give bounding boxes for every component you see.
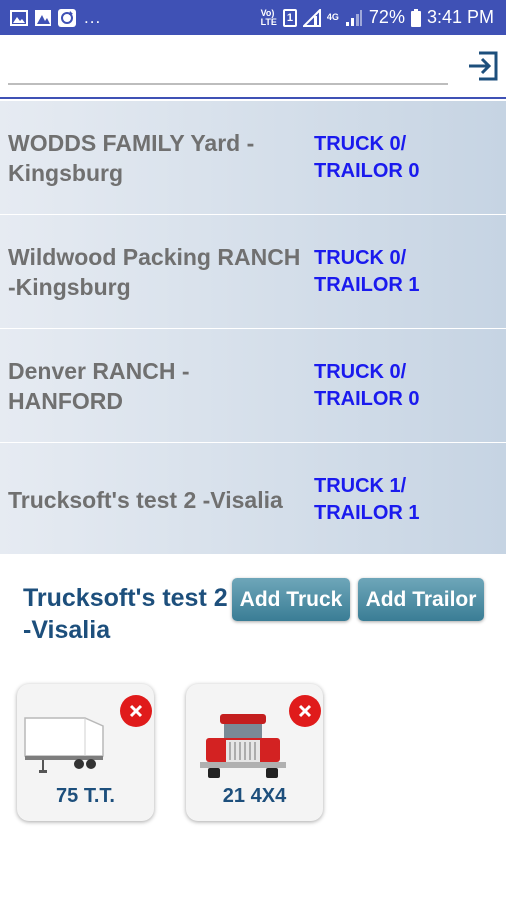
status-bar-right: Vo) LTE 1 4G 72% 3:41 PM bbox=[261, 7, 494, 28]
yard-name: Denver RANCH - HANFORD bbox=[8, 357, 190, 414]
trailor-count: TRAILOR 1 bbox=[314, 273, 420, 296]
yard-row[interactable]: Denver RANCH - HANFORD TRUCK 0/ TRAILOR … bbox=[0, 329, 506, 443]
truck-count: TRUCK 0/ bbox=[314, 132, 407, 155]
vehicle-card[interactable]: 75 T.T. bbox=[17, 684, 154, 821]
status-bar-left: ... bbox=[10, 8, 101, 28]
trailor-count: TRAILOR 0 bbox=[314, 387, 420, 410]
close-icon bbox=[298, 704, 312, 718]
logout-icon bbox=[469, 51, 498, 81]
add-trailor-button[interactable]: Add Trailor bbox=[358, 578, 484, 621]
vehicle-label: 75 T.T. bbox=[56, 785, 115, 807]
signal-bars-icon bbox=[345, 9, 362, 26]
truck-count: TRUCK 1/ bbox=[314, 475, 407, 497]
yard-name: Trucksoft's test 2 -Visalia bbox=[8, 487, 283, 513]
yard-name: Wildwood Packing RANCH -Kingsburg bbox=[8, 243, 301, 300]
volte-icon: Vo) LTE bbox=[260, 8, 277, 27]
yard-list: WODDS FAMILY Yard - Kingsburg TRUCK 0/ T… bbox=[0, 101, 506, 554]
volte-bottom-label: LTE bbox=[260, 16, 277, 27]
yard-row[interactable]: Trucksoft's test 2 -Visalia TRUCK 1/ TRA… bbox=[0, 443, 506, 557]
network-4g-icon: 4G bbox=[326, 12, 339, 22]
sim-label: 1 bbox=[286, 11, 293, 24]
truck-count: TRUCK 0/ bbox=[314, 246, 407, 269]
battery-icon bbox=[410, 8, 421, 27]
yard-counts: TRUCK 0/ TRAILOR 1 bbox=[306, 245, 420, 299]
close-icon bbox=[129, 704, 143, 718]
remove-vehicle-button[interactable] bbox=[289, 695, 321, 727]
status-bar: ... Vo) LTE 1 4G 72% 3:41 PM bbox=[0, 0, 506, 35]
sync-icon bbox=[58, 8, 76, 27]
gallery-icon bbox=[10, 9, 28, 26]
yard-row[interactable]: Wildwood Packing RANCH -Kingsburg TRUCK … bbox=[0, 215, 506, 329]
yard-counts: TRUCK 0/ TRAILOR 0 bbox=[306, 131, 420, 185]
yard-counts: TRUCK 1/ TRAILOR 1 bbox=[306, 473, 420, 527]
truck-count: TRUCK 0/ bbox=[314, 360, 407, 383]
vehicle-label: 21 4X4 bbox=[222, 785, 287, 807]
remove-vehicle-button[interactable] bbox=[120, 695, 152, 727]
yard-row[interactable]: WODDS FAMILY Yard - Kingsburg TRUCK 0/ T… bbox=[0, 101, 506, 215]
add-truck-button[interactable]: Add Truck bbox=[232, 578, 350, 621]
sim-icon: 1 bbox=[282, 8, 297, 27]
photos-icon bbox=[35, 9, 51, 26]
yard-counts: TRUCK 0/ TRAILOR 0 bbox=[306, 359, 420, 413]
selected-yard-title: Trucksoft's test 2 -Visalia bbox=[23, 584, 228, 644]
app-bar bbox=[0, 35, 506, 99]
more-notifications: ... bbox=[84, 7, 102, 27]
signal-icon bbox=[302, 8, 321, 27]
yard-name: WODDS FAMILY Yard - Kingsburg bbox=[8, 129, 255, 186]
battery-percent: 72% bbox=[368, 7, 405, 27]
search-input[interactable] bbox=[8, 49, 448, 85]
logout-button[interactable] bbox=[466, 49, 500, 83]
trailor-count: TRAILOR 0 bbox=[314, 159, 420, 182]
vehicle-card[interactable]: 21 4X4 bbox=[186, 684, 323, 821]
clock: 3:41 PM bbox=[426, 7, 494, 27]
trailor-count: TRAILOR 1 bbox=[314, 502, 420, 524]
